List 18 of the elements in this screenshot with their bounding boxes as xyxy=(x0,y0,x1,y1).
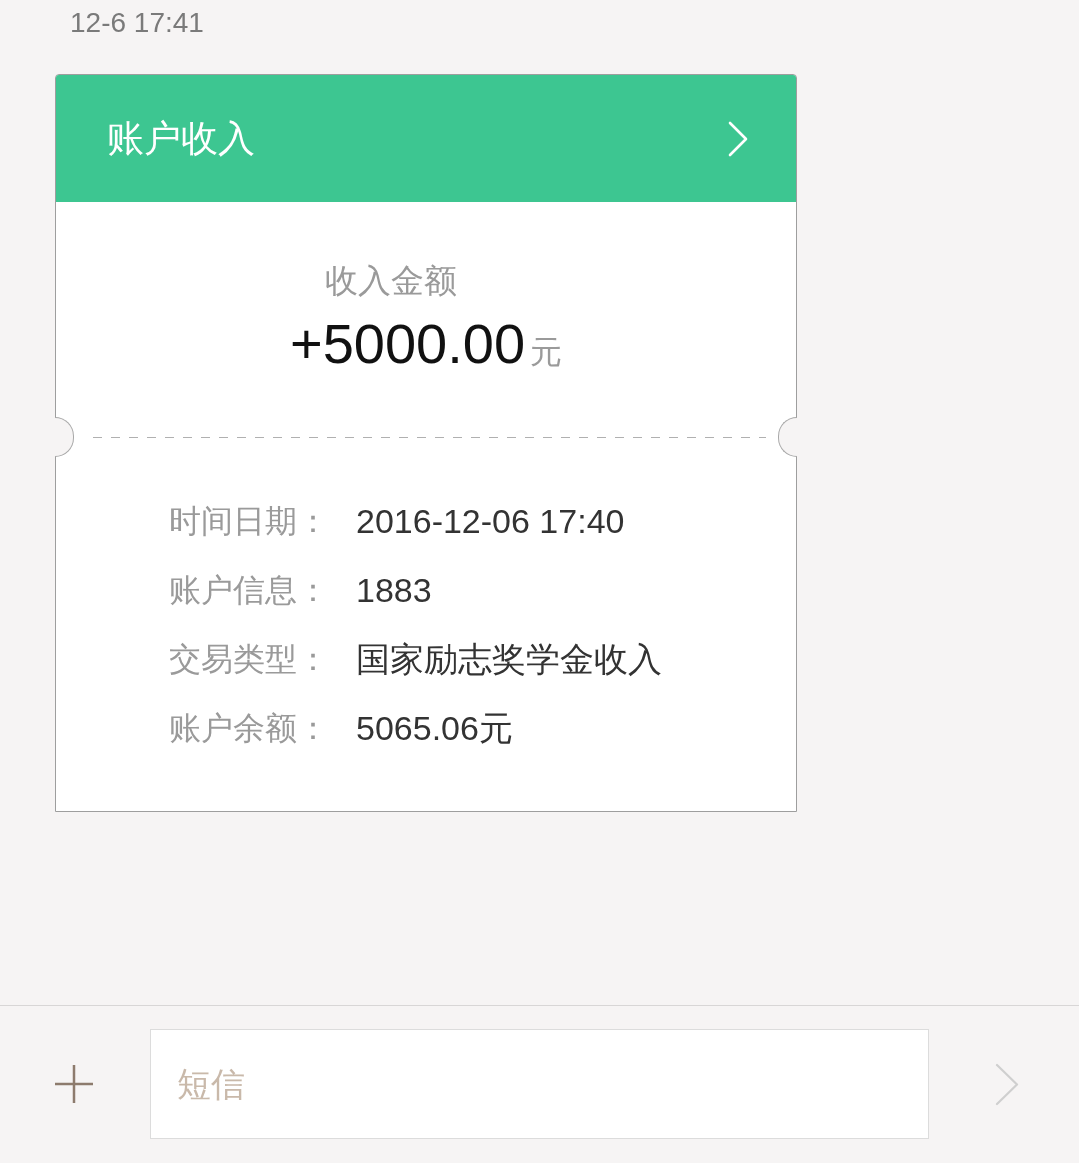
detail-value: 5065.06元 xyxy=(356,708,514,749)
detail-label: 交易类型： xyxy=(169,640,329,679)
detail-value: 1883 xyxy=(356,570,433,611)
card-header[interactable]: 账户收入 xyxy=(56,75,796,202)
send-icon[interactable] xyxy=(995,1062,1019,1106)
detail-label: 账户余额： xyxy=(169,709,329,748)
amount-unit: 元 xyxy=(530,333,563,372)
detail-value: 国家励志奖学金收入 xyxy=(356,639,663,680)
amount-label: 收入金额 xyxy=(325,261,457,301)
card-title: 账户收入 xyxy=(107,116,255,161)
chevron-icon[interactable] xyxy=(728,120,748,157)
detail-label: 账户信息： xyxy=(169,571,329,610)
amount-value: +5000.00 xyxy=(289,311,526,377)
detail-value: 2016-12-06 17:40 xyxy=(356,501,626,542)
message-time: 12-6 17:41 xyxy=(70,6,204,40)
detail-label: 时间日期： xyxy=(169,502,329,541)
message-input[interactable]: 短信 xyxy=(150,1029,929,1139)
plus-icon[interactable] xyxy=(55,1065,93,1103)
